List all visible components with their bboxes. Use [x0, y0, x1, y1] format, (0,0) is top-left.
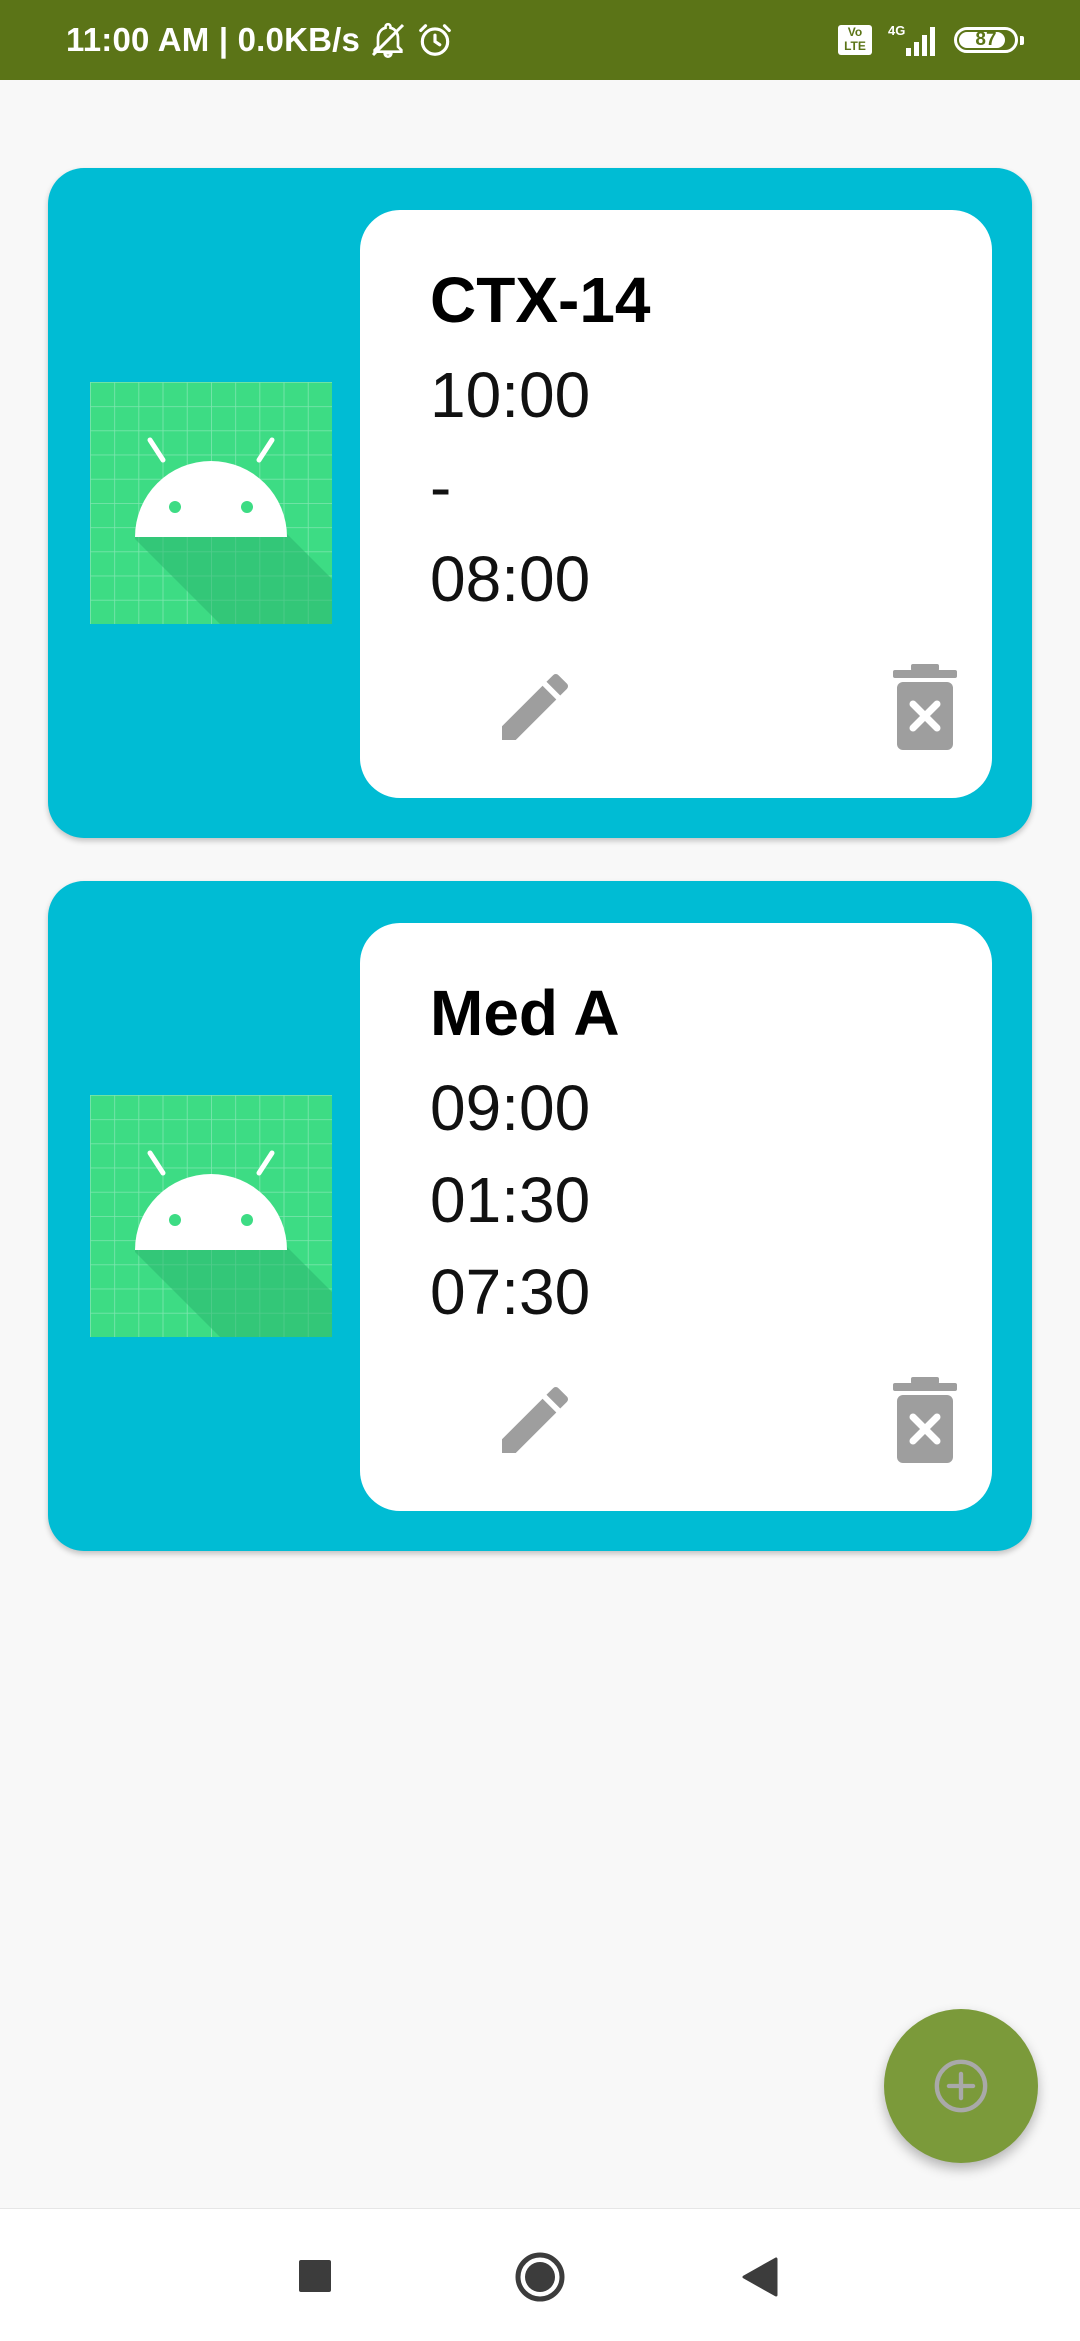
status-left: 11:00 AM | 0.0KB/s	[66, 0, 454, 80]
status-right: Vo LTE 4G 87	[824, 0, 1024, 80]
android-placeholder-image	[90, 382, 332, 624]
notifications-off-icon	[372, 22, 405, 59]
medication-details: Med A 09:00 01:30 07:30	[360, 923, 992, 1511]
back-icon[interactable]	[742, 2257, 778, 2297]
medication-time: 08:00	[430, 543, 591, 615]
medication-time: 10:00	[430, 359, 591, 431]
volte-icon: Vo LTE	[838, 25, 872, 55]
pencil-icon	[502, 673, 569, 740]
network-type: 4G	[888, 23, 905, 38]
delete-button[interactable]	[890, 662, 960, 752]
status-bar: 11:00 AM | 0.0KB/s Vo LTE 4G 87	[0, 0, 1080, 80]
battery-level: 87	[975, 29, 997, 50]
medication-time: -	[430, 451, 452, 523]
medication-name: CTX-14	[430, 264, 651, 336]
status-time-speed: 11:00 AM | 0.0KB/s	[66, 21, 361, 58]
medication-time: 01:30	[430, 1164, 591, 1236]
medication-details: CTX-14 10:00 - 08:00	[360, 210, 992, 798]
medication-time: 07:30	[430, 1256, 591, 1328]
medication-card[interactable]: Med A 09:00 01:30 07:30	[48, 881, 1032, 1551]
android-placeholder-image	[90, 1095, 332, 1337]
medication-card[interactable]: CTX-14 10:00 - 08:00	[48, 168, 1032, 838]
delete-button[interactable]	[890, 1375, 960, 1465]
edit-button[interactable]	[490, 1375, 580, 1465]
add-circle-icon	[934, 2059, 988, 2113]
alarm-icon	[419, 24, 451, 56]
home-icon[interactable]	[514, 2251, 566, 2303]
medication-name: Med A	[430, 977, 620, 1049]
edit-button[interactable]	[490, 662, 580, 752]
trash-icon	[893, 664, 957, 750]
recents-icon[interactable]	[299, 2260, 331, 2292]
add-medication-button[interactable]	[884, 2009, 1038, 2163]
navigation-bar	[0, 2208, 1080, 2341]
medication-time: 09:00	[430, 1072, 591, 1144]
signal-icon: 4G	[888, 23, 935, 56]
trash-icon	[893, 1377, 957, 1463]
pencil-icon	[502, 1386, 569, 1453]
battery-icon: 87	[954, 27, 1024, 53]
